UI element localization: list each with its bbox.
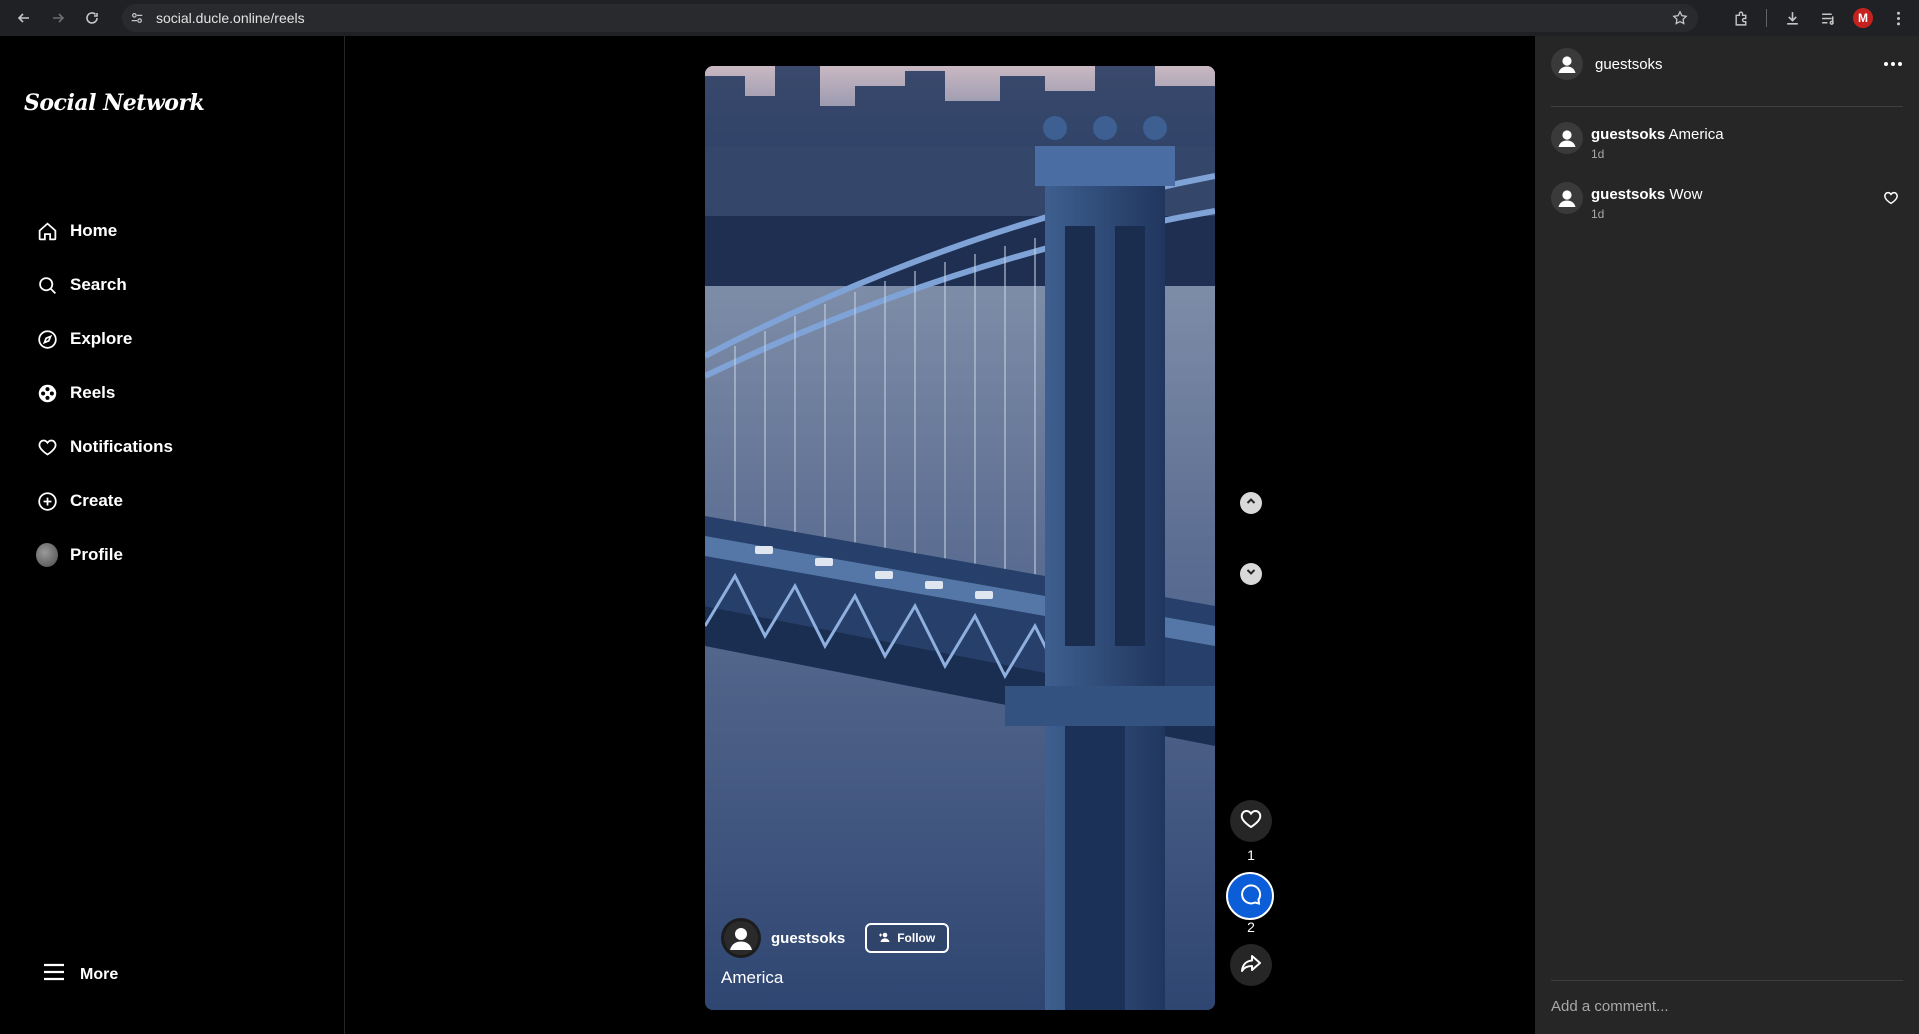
forward-icon[interactable] — [44, 4, 72, 32]
hamburger-icon — [42, 960, 66, 989]
sidebar: Social Network Home Search Explore Reels… — [0, 36, 345, 1034]
divider — [1551, 980, 1903, 981]
more-label: More — [80, 965, 119, 983]
reels-icon — [36, 382, 58, 404]
comments-panel: guestsoks guestsoks America 1d guestsoks… — [1535, 36, 1919, 1034]
reel-video-frame — [705, 66, 1215, 1010]
comment-text: America — [1668, 126, 1724, 143]
sidebar-item-profile[interactable]: Profile — [36, 528, 173, 582]
reel-author: guestsoks Follow — [721, 918, 1201, 958]
comment-text: Wow — [1669, 186, 1703, 203]
chevron-up-icon — [1245, 494, 1257, 512]
sidebar-item-label: Explore — [70, 329, 133, 348]
site-info-icon[interactable] — [130, 10, 146, 26]
comment-item: guestsoks America 1d — [1551, 122, 1903, 161]
browser-menu-icon[interactable] — [1887, 7, 1909, 29]
url-text[interactable]: social.ducle.online/reels — [156, 10, 305, 26]
like-button[interactable] — [1230, 800, 1272, 842]
previous-reel-button[interactable] — [1240, 492, 1262, 514]
sidebar-item-label: Search — [70, 275, 127, 294]
download-icon[interactable] — [1781, 7, 1803, 29]
bookmark-star-icon[interactable] — [1672, 10, 1688, 31]
reload-icon[interactable] — [78, 4, 106, 32]
sidebar-item-label: Reels — [70, 383, 116, 402]
address-bar[interactable]: social.ducle.online/reels — [122, 4, 1698, 32]
comment-author[interactable]: guestsoks — [1591, 186, 1665, 203]
comment-author[interactable]: guestsoks — [1591, 126, 1665, 143]
add-comment-input[interactable] — [1551, 986, 1903, 1026]
add-person-icon — [879, 931, 891, 946]
follow-label: Follow — [897, 931, 936, 945]
sidebar-item-label: Home — [70, 221, 118, 240]
sidebar-item-search[interactable]: Search — [36, 258, 173, 312]
plus-circle-icon — [36, 490, 58, 512]
follow-button[interactable]: Follow — [865, 923, 950, 953]
toolbar-divider — [1766, 9, 1767, 27]
sidebar-item-label: Notifications — [70, 437, 173, 456]
sidebar-item-explore[interactable]: Explore — [36, 312, 173, 366]
brand-logo[interactable]: Social Network — [24, 90, 205, 116]
user-avatar-icon[interactable] — [1551, 182, 1583, 214]
reel-username[interactable]: guestsoks — [771, 930, 845, 947]
post-owner-name[interactable]: guestsoks — [1595, 56, 1663, 73]
browser-toolbar: social.ducle.online/reels M — [0, 0, 1919, 36]
compass-icon — [36, 328, 58, 350]
comment-icon — [1238, 882, 1262, 911]
sidebar-item-label: Create — [70, 491, 123, 510]
extensions-icon[interactable] — [1730, 7, 1752, 29]
next-reel-button[interactable] — [1240, 563, 1262, 585]
comments-panel-header: guestsoks — [1551, 44, 1903, 84]
app-root: Social Network Home Search Explore Reels… — [0, 36, 1919, 1034]
media-controls-icon[interactable] — [1817, 7, 1839, 29]
user-avatar-icon[interactable] — [721, 918, 761, 958]
chevron-down-icon — [1245, 565, 1257, 583]
share-icon — [1239, 951, 1263, 980]
more-menu-button[interactable]: More — [42, 960, 118, 989]
sidebar-item-reels[interactable]: Reels — [36, 366, 173, 420]
comment-button[interactable] — [1226, 872, 1274, 920]
heart-icon — [1239, 807, 1263, 836]
comment-item: guestsoks Wow 1d — [1551, 182, 1903, 221]
sidebar-item-create[interactable]: Create — [36, 474, 173, 528]
browser-profile-avatar[interactable]: M — [1853, 8, 1873, 28]
sidebar-item-notifications[interactable]: Notifications — [36, 420, 173, 474]
share-button[interactable] — [1230, 944, 1272, 986]
sidebar-nav: Home Search Explore Reels Notifications … — [36, 204, 173, 582]
user-avatar-icon[interactable] — [1551, 122, 1583, 154]
divider — [1551, 106, 1903, 107]
comment-like-heart-icon[interactable] — [1883, 190, 1901, 208]
reel-footer: guestsoks Follow America — [721, 918, 1201, 988]
home-icon — [36, 220, 58, 242]
reel-caption: America — [721, 968, 784, 987]
sidebar-item-label: Profile — [70, 545, 123, 564]
comment-time: 1d — [1591, 147, 1605, 161]
profile-avatar — [36, 543, 58, 567]
comment-time: 1d — [1591, 207, 1605, 221]
reel-video[interactable]: guestsoks Follow America — [705, 66, 1215, 1010]
search-icon — [36, 274, 58, 296]
user-avatar-icon[interactable] — [1551, 48, 1583, 80]
comment-count: 2 — [1247, 919, 1255, 935]
heart-icon — [36, 436, 58, 458]
more-options-icon[interactable] — [1883, 54, 1903, 72]
like-count: 1 — [1247, 847, 1255, 863]
sidebar-item-home[interactable]: Home — [36, 204, 173, 258]
back-icon[interactable] — [10, 4, 38, 32]
